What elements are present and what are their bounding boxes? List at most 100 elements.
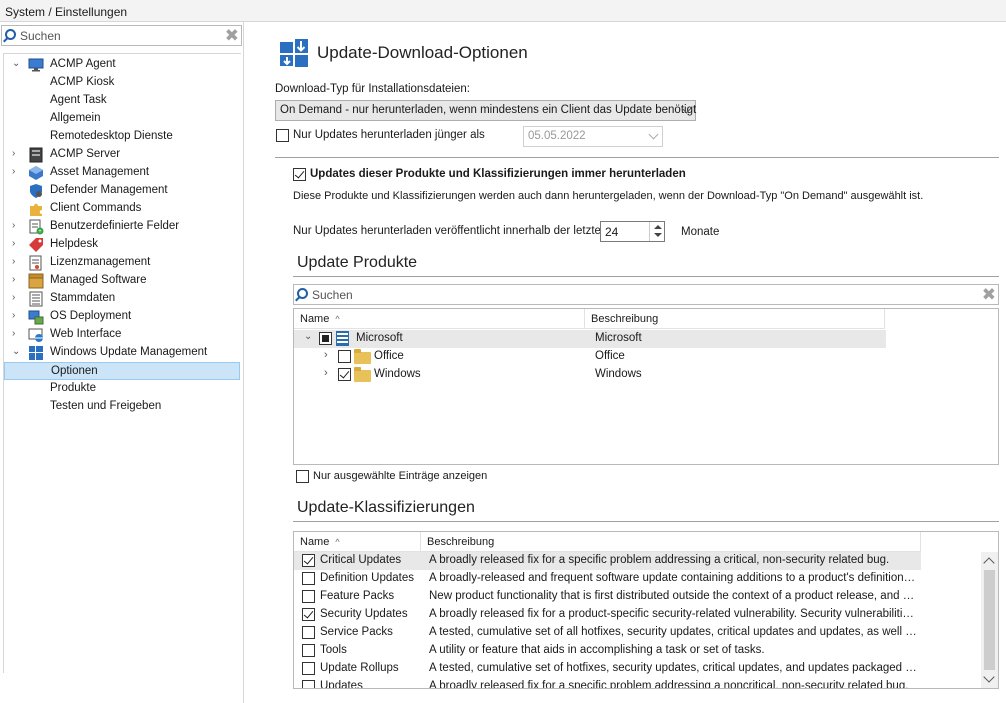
tag-icon xyxy=(29,238,43,252)
increment-icon[interactable] xyxy=(654,225,662,229)
chevron-right-icon[interactable]: › xyxy=(12,166,22,178)
classification-row[interactable]: Critical Updates A broadly released fix … xyxy=(294,552,921,570)
chevron-right-icon[interactable]: › xyxy=(12,292,22,304)
chevron-right-icon[interactable]: › xyxy=(12,220,22,232)
always-download-checkbox[interactable] xyxy=(293,168,306,181)
scrollbar-thumb[interactable] xyxy=(984,570,995,670)
sidebar-item-asset-management[interactable]: › Asset Management xyxy=(4,164,240,182)
sidebar-item-allgemein[interactable]: Allgemein xyxy=(4,110,240,128)
chevron-right-icon[interactable]: › xyxy=(324,367,328,379)
column-header-name[interactable]: Name ^ xyxy=(294,309,585,329)
download-type-select[interactable]: On Demand - nur herunterladen, wenn mind… xyxy=(275,100,696,121)
sidebar-item-label: Produkte xyxy=(50,382,97,394)
cube-icon xyxy=(29,166,43,180)
product-name: Microsoft xyxy=(356,332,403,344)
chevron-right-icon[interactable]: › xyxy=(12,238,22,250)
sidebar-item-testen-und-freigeben[interactable]: Testen und Freigeben xyxy=(4,398,240,416)
sidebar-item-label: Benutzerdefinierte Felder xyxy=(50,220,180,232)
shield-icon xyxy=(30,184,42,198)
chevron-right-icon[interactable]: › xyxy=(12,256,22,268)
product-checkbox[interactable] xyxy=(338,368,351,381)
sidebar-item-benutzerdefinierte-felder[interactable]: › + Benutzerdefinierte Felder xyxy=(4,218,240,236)
license-icon xyxy=(29,255,42,271)
scroll-down-icon[interactable] xyxy=(983,671,995,683)
products-search-input[interactable]: Suchen ✖ xyxy=(293,284,999,305)
classification-row[interactable]: Updates A broadly released fix for a spe… xyxy=(294,678,921,688)
classification-row[interactable]: Tools A utility or feature that aids in … xyxy=(294,642,921,660)
classification-checkbox[interactable] xyxy=(302,554,315,567)
classification-checkbox[interactable] xyxy=(302,662,315,675)
chevron-right-icon[interactable]: › xyxy=(12,274,22,286)
classification-row[interactable]: Security Updates A broadly released fix … xyxy=(294,606,921,624)
months-label: Nur Updates herunterladen veröffentlicht… xyxy=(293,225,608,237)
sidebar-item-stammdaten[interactable]: › Stammdaten xyxy=(4,290,240,308)
sidebar-item-acmp-server[interactable]: › ACMP Server xyxy=(4,146,240,164)
breadcrumb: System / Einstellungen xyxy=(0,0,1006,22)
section-divider xyxy=(275,157,999,158)
chevron-right-icon[interactable]: › xyxy=(12,328,22,340)
monitor-icon xyxy=(28,58,44,72)
younger-than-date-picker[interactable]: 05.05.2022 xyxy=(523,126,663,147)
sidebar-item-web-interface[interactable]: › Web Interface xyxy=(4,326,240,344)
classification-checkbox[interactable] xyxy=(302,590,315,603)
sidebar-item-optionen[interactable]: Optionen xyxy=(4,362,240,380)
sidebar-item-acmp-agent[interactable]: ⌄ ACMP Agent xyxy=(4,56,240,74)
classification-checkbox[interactable] xyxy=(302,572,315,585)
sidebar-search-input[interactable]: Suchen ✖ xyxy=(1,25,242,46)
sidebar-item-produkte[interactable]: Produkte xyxy=(4,380,240,398)
classification-description: A broadly released fix for a specific pr… xyxy=(429,554,890,566)
classification-row[interactable]: Definition Updates A broadly-released an… xyxy=(294,570,921,588)
product-name: Office xyxy=(374,350,404,362)
sidebar-item-windows-update-management[interactable]: ⌄ Windows Update Management xyxy=(4,344,240,362)
chevron-right-icon[interactable]: › xyxy=(12,310,22,322)
sidebar-item-lizenzmanagement[interactable]: › Lizenzmanagement xyxy=(4,254,240,272)
only-selected-checkbox[interactable] xyxy=(296,470,309,483)
product-checkbox[interactable] xyxy=(319,332,332,345)
sidebar-item-label: Optionen xyxy=(51,365,98,377)
sidebar-item-remotedesktop[interactable]: Remotedesktop Dienste xyxy=(4,128,240,146)
windows-update-icon xyxy=(280,39,308,67)
svg-text:+: + xyxy=(38,229,42,235)
classification-row[interactable]: Update Rollups A tested, cumulative set … xyxy=(294,660,921,678)
chevron-down-icon[interactable]: ⌄ xyxy=(12,346,22,358)
column-header-description[interactable]: Beschreibung xyxy=(585,309,885,329)
tree-row-office[interactable]: › Office Office xyxy=(294,348,886,366)
package-icon xyxy=(28,273,44,289)
classification-checkbox[interactable] xyxy=(302,608,315,621)
sidebar-item-defender-management[interactable]: Defender Management xyxy=(4,182,240,200)
tree-row-microsoft[interactable]: ⌄ Microsoft Microsoft xyxy=(294,330,886,348)
sidebar-item-client-commands[interactable]: Client Commands xyxy=(4,200,240,218)
chevron-down-icon[interactable]: ⌄ xyxy=(12,58,22,70)
sidebar-item-agent-task[interactable]: Agent Task xyxy=(4,92,240,110)
column-header-name[interactable]: Name ^ xyxy=(294,532,421,552)
classification-checkbox[interactable] xyxy=(302,644,315,657)
column-header-description[interactable]: Beschreibung xyxy=(421,532,921,552)
tree-row-windows[interactable]: › Windows Windows xyxy=(294,366,886,384)
classifications-grid: Name ^ Beschreibung Critical Updates A br… xyxy=(293,531,999,689)
chevron-right-icon[interactable]: › xyxy=(12,148,22,160)
products-search-placeholder: Suchen xyxy=(312,288,353,302)
building-icon xyxy=(336,331,349,346)
clear-search-icon[interactable]: ✖ xyxy=(982,285,996,304)
sidebar-item-label: Client Commands xyxy=(50,202,142,214)
classification-row[interactable]: Feature Packs New product functionality … xyxy=(294,588,921,606)
folder-icon xyxy=(354,367,371,382)
sidebar-item-managed-software[interactable]: › Managed Software xyxy=(4,272,240,290)
classification-checkbox[interactable] xyxy=(302,680,315,688)
sidebar-item-label: Helpdesk xyxy=(50,238,98,250)
classification-checkbox[interactable] xyxy=(302,626,315,639)
months-stepper[interactable]: 24 xyxy=(600,221,665,242)
decrement-icon[interactable] xyxy=(654,233,662,237)
sidebar-item-os-deployment[interactable]: › OS Deployment xyxy=(4,308,240,326)
clear-search-icon[interactable]: ✖ xyxy=(225,26,239,45)
sidebar-item-helpdesk[interactable]: › Helpdesk xyxy=(4,236,240,254)
vertical-scrollbar[interactable] xyxy=(981,552,998,688)
form-plus-icon: + xyxy=(29,219,44,235)
chevron-right-icon[interactable]: › xyxy=(324,349,328,361)
product-checkbox[interactable] xyxy=(338,350,351,363)
sidebar-item-acmp-kiosk[interactable]: ACMP Kiosk xyxy=(4,74,240,92)
scroll-up-icon[interactable] xyxy=(983,557,995,569)
younger-than-checkbox[interactable] xyxy=(276,129,289,142)
classification-row[interactable]: Service Packs A tested, cumulative set o… xyxy=(294,624,921,642)
chevron-down-icon[interactable]: ⌄ xyxy=(304,331,312,342)
